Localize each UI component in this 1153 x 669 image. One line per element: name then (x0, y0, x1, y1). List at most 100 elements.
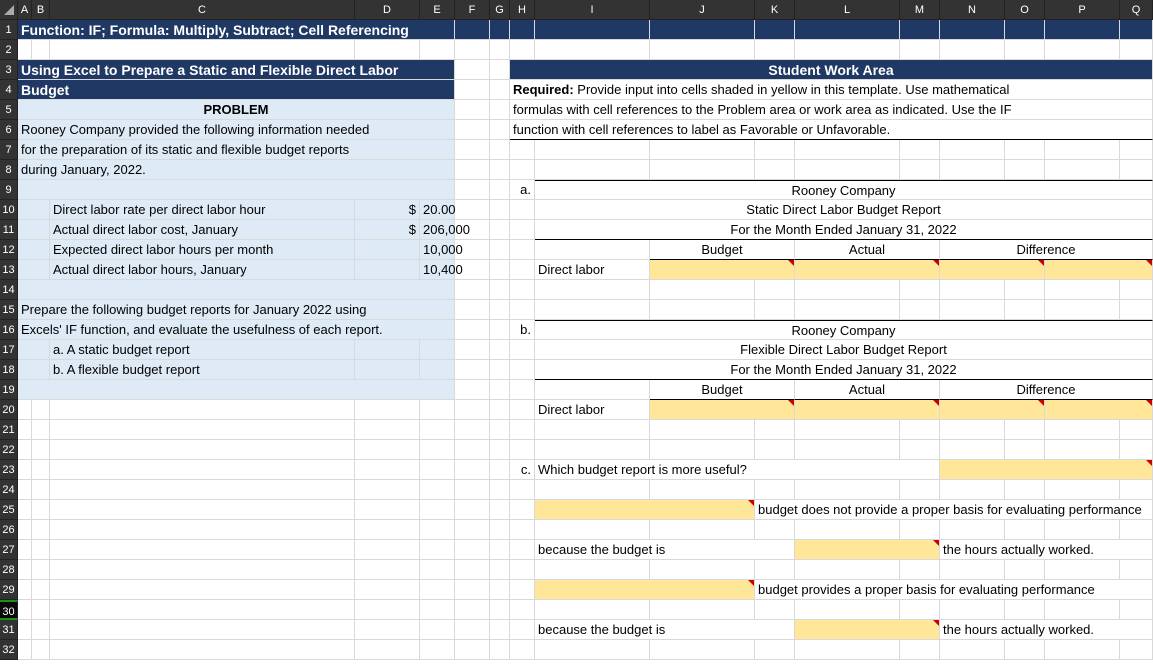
cell-P7[interactable] (1045, 140, 1120, 160)
cell-I14[interactable] (535, 280, 650, 300)
data-val-r1[interactable]: 20.00 (420, 200, 455, 220)
cell-D24[interactable] (355, 480, 420, 500)
cell-N32[interactable] (940, 640, 1005, 660)
cell-D27[interactable] (355, 540, 420, 560)
cell-F18[interactable] (455, 360, 490, 380)
cell-J15[interactable] (650, 300, 755, 320)
col-header-A[interactable]: A (18, 0, 32, 20)
cell-A32[interactable] (18, 640, 32, 660)
cell-K14[interactable] (755, 280, 795, 300)
cell-B20[interactable] (32, 400, 50, 420)
row-header-26[interactable]: 26 (0, 520, 18, 540)
cell-M15[interactable] (900, 300, 940, 320)
cell-O1[interactable] (1005, 20, 1045, 40)
row-header-17[interactable]: 17 (0, 340, 18, 360)
cell-N26[interactable] (940, 520, 1005, 540)
row-header-1[interactable]: 1 (0, 20, 18, 40)
cell-B23[interactable] (32, 460, 50, 480)
row-header-23[interactable]: 23 (0, 460, 18, 480)
part-a-actual-input[interactable] (795, 260, 940, 280)
row-header-15[interactable]: 15 (0, 300, 18, 320)
part-b-budget-hdr[interactable]: Budget (650, 380, 795, 400)
row-header-11[interactable]: 11 (0, 220, 18, 240)
cell-P2[interactable] (1045, 40, 1120, 60)
cell-G30[interactable] (490, 600, 510, 620)
cell-L24[interactable] (795, 480, 900, 500)
cell-G28[interactable] (490, 560, 510, 580)
cell-A31[interactable] (18, 620, 32, 640)
data-val-r3[interactable]: 10,000 (420, 240, 455, 260)
cell-H26[interactable] (510, 520, 535, 540)
required-text-2[interactable]: formulas with cell references to the Pro… (510, 100, 1153, 120)
cell-E24[interactable] (420, 480, 455, 500)
cell-I15[interactable] (535, 300, 650, 320)
cell-H30[interactable] (510, 600, 535, 620)
cell-D2[interactable] (355, 40, 420, 60)
cell-M28[interactable] (900, 560, 940, 580)
cell-N8[interactable] (940, 160, 1005, 180)
cell-A21[interactable] (18, 420, 32, 440)
cell-N7[interactable] (940, 140, 1005, 160)
instr-a[interactable]: a. A static budget report (50, 340, 355, 360)
cell-F22[interactable] (455, 440, 490, 460)
problem-text-1[interactable]: Rooney Company provided the following in… (18, 120, 455, 140)
cell-I28[interactable] (535, 560, 650, 580)
cell-I24[interactable] (535, 480, 650, 500)
cell-I30[interactable] (535, 600, 650, 620)
row-header-9[interactable]: 9 (0, 180, 18, 200)
cell-J1[interactable] (650, 20, 755, 40)
cell-Q32[interactable] (1120, 640, 1153, 660)
col-header-G[interactable]: G (490, 0, 510, 20)
cell-G16[interactable] (490, 320, 510, 340)
cell-C2[interactable] (50, 40, 355, 60)
cell-N24[interactable] (940, 480, 1005, 500)
col-header-Q[interactable]: Q (1120, 0, 1153, 20)
cell-E17[interactable] (420, 340, 455, 360)
required-text-3[interactable]: function with cell references to label a… (510, 120, 1153, 140)
cell-B27[interactable] (32, 540, 50, 560)
cell-P28[interactable] (1045, 560, 1120, 580)
cell-B24[interactable] (32, 480, 50, 500)
cell-I32[interactable] (535, 640, 650, 660)
cell-K7[interactable] (755, 140, 795, 160)
row-header-8[interactable]: 8 (0, 160, 18, 180)
row-header-12[interactable]: 12 (0, 240, 18, 260)
cell-N15[interactable] (940, 300, 1005, 320)
required-line1[interactable]: Required: Provide input into cells shade… (510, 80, 1153, 100)
cell-G15[interactable] (490, 300, 510, 320)
pad-12[interactable] (18, 240, 50, 260)
row-header-22[interactable]: 22 (0, 440, 18, 460)
data-label-r2[interactable]: Actual direct labor cost, January (50, 220, 355, 240)
cell-G6[interactable] (490, 120, 510, 140)
cell-H14[interactable] (510, 280, 535, 300)
cell-L1[interactable] (795, 20, 900, 40)
row-header-19[interactable]: 19 (0, 380, 18, 400)
cell-A20[interactable] (18, 400, 32, 420)
part-c-text-4[interactable]: because the budget is (535, 620, 795, 640)
cell-F16[interactable] (455, 320, 490, 340)
cell-Q14[interactable] (1120, 280, 1153, 300)
part-c-question[interactable]: Which budget report is more useful? (535, 460, 940, 480)
cell-I2[interactable] (535, 40, 650, 60)
cell-N2[interactable] (940, 40, 1005, 60)
cell-F30[interactable] (455, 600, 490, 620)
cell-J14[interactable] (650, 280, 755, 300)
cell-L8[interactable] (795, 160, 900, 180)
cell-Q1[interactable] (1120, 20, 1153, 40)
cell-F13[interactable] (455, 260, 490, 280)
cell-B31[interactable] (32, 620, 50, 640)
cell-F14[interactable] (455, 280, 490, 300)
cell-G24[interactable] (490, 480, 510, 500)
part-c-text-4b[interactable]: the hours actually worked. (940, 620, 1153, 640)
row-header-7[interactable]: 7 (0, 140, 18, 160)
title-row[interactable]: Function: IF; Formula: Multiply, Subtrac… (18, 20, 455, 40)
cell-H27[interactable] (510, 540, 535, 560)
cell-F11[interactable] (455, 220, 490, 240)
col-header-F[interactable]: F (455, 0, 490, 20)
part-a-period[interactable]: For the Month Ended January 31, 2022 (535, 220, 1153, 240)
cell-E25[interactable] (420, 500, 455, 520)
cell-A23[interactable] (18, 460, 32, 480)
cell-F19[interactable] (455, 380, 490, 400)
part-c-text-2b[interactable]: the hours actually worked. (940, 540, 1153, 560)
row-header-31[interactable]: 31 (0, 620, 18, 640)
